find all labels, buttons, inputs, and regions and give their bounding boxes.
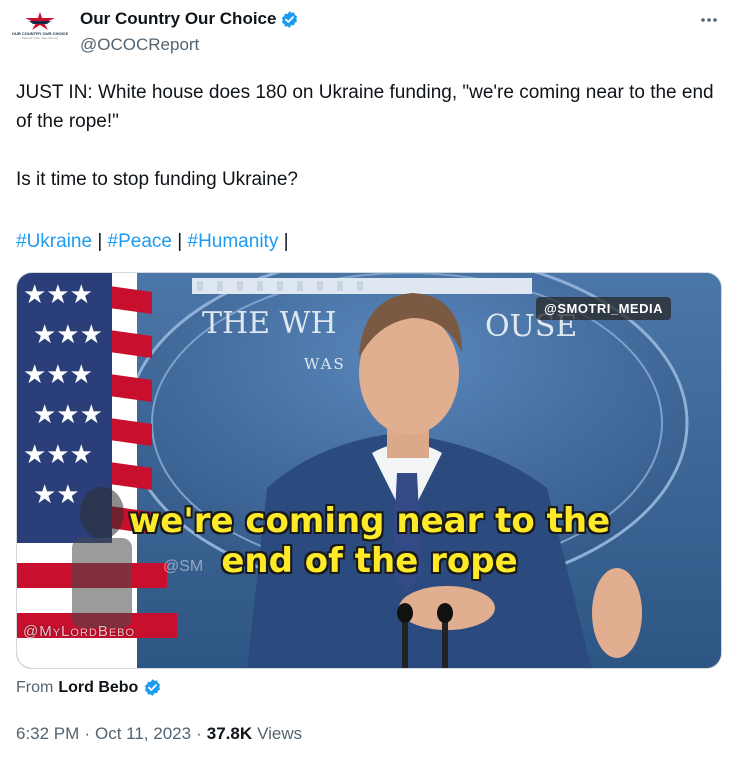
hashtags-row: #Ukraine | #Peace | #Humanity | <box>16 227 289 256</box>
svg-text:★★★: ★★★ <box>33 400 103 430</box>
tweet-text: JUST IN: White house does 180 on Ukraine… <box>16 78 716 194</box>
sign-text-left: THE WH <box>202 306 337 341</box>
hashtag-separator: | <box>97 231 103 252</box>
media-attribution: From Lord Bebo <box>16 678 162 697</box>
hashtag-separator: | <box>283 231 289 252</box>
caption-line-1: we're coming near to the <box>128 501 611 541</box>
watermark-bottom: @MyLordBebo <box>23 623 136 640</box>
video-caption: we're coming near to the end of the rope <box>97 501 642 581</box>
tweet-text-line-2: Is it time to stop funding Ukraine? <box>16 169 298 190</box>
svg-text:★★★: ★★★ <box>23 360 93 390</box>
hashtag-peace[interactable]: #Peace <box>108 231 172 252</box>
star-logo-icon <box>25 12 55 30</box>
verified-badge-icon <box>145 679 161 696</box>
svg-text:★★★: ★★★ <box>23 280 93 310</box>
hashtag-humanity[interactable]: #Humanity <box>188 231 279 252</box>
tweet-text-line-1: JUST IN: White house does 180 on Ukraine… <box>16 82 714 132</box>
author-name-row[interactable]: Our Country Our Choice <box>80 9 299 29</box>
attribution-name[interactable]: Lord Bebo <box>58 679 138 697</box>
watermark-top: @SMOTRI_MEDIA <box>536 297 671 320</box>
meta-separator: · <box>196 724 202 743</box>
hashtag-separator: | <box>177 231 183 252</box>
tweet-date[interactable]: Oct 11, 2023 <box>95 724 191 744</box>
tweet-meta: 6:32 PM · Oct 11, 2023 · 37.8K Views <box>16 724 302 744</box>
caption-line-2: end of the rope <box>221 541 518 581</box>
svg-text:★★: ★★ <box>33 480 80 510</box>
sign-text-sub: WAS <box>304 355 346 373</box>
svg-text:★★★: ★★★ <box>23 440 93 470</box>
video-frame: ★★★ ★★★ ★★★ ★★★ ★★★ ★★ THE WH OUSE WAS <box>17 273 721 668</box>
svg-text:★★★: ★★★ <box>33 320 103 350</box>
more-options-button[interactable] <box>695 8 723 32</box>
tweet-video[interactable]: ★★★ ★★★ ★★★ ★★★ ★★★ ★★ THE WH OUSE WAS @… <box>16 272 722 669</box>
verified-badge-icon <box>282 10 298 28</box>
meta-separator: · <box>84 724 90 743</box>
avatar-logo-subtext: Patriots Unite, Stay Strong! <box>21 36 59 40</box>
views-count: 37.8K <box>206 724 253 743</box>
attribution-prefix: From <box>16 678 54 696</box>
display-name[interactable]: Our Country Our Choice <box>80 9 276 29</box>
tweet-time[interactable]: 6:32 PM <box>16 724 79 744</box>
views-label: Views <box>257 724 303 743</box>
author-handle[interactable]: @OCOCReport <box>80 35 199 55</box>
more-horizontal-icon <box>701 18 717 22</box>
avatar[interactable]: OUR COUNTRY OUR CHOICE Patriots Unite, S… <box>12 12 68 56</box>
hashtag-ukraine[interactable]: #Ukraine <box>16 231 92 252</box>
